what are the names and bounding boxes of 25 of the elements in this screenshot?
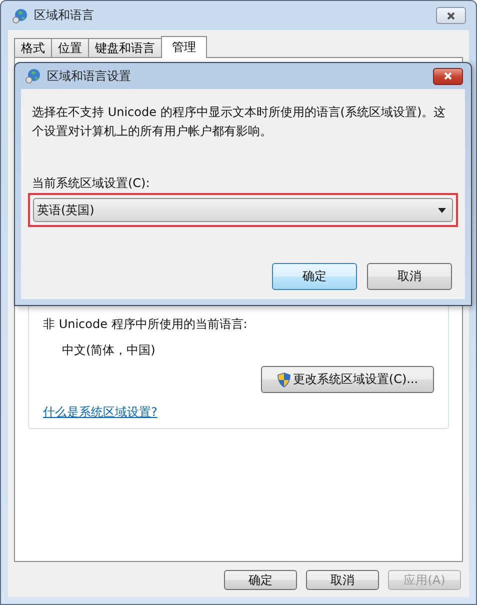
dialog-button[interactable]: 确定: [272, 263, 357, 290]
tab[interactable]: 格式: [14, 38, 52, 57]
close-icon: [443, 71, 453, 81]
description-text: 选择在不支持 Unicode 的程序中显示文本时所使用的语言(系统区域设置)。这个设置对计算机上的所有用户帐户都有影响。: [32, 104, 447, 140]
tab[interactable]: 位置: [51, 38, 89, 57]
language-label: 非 Unicode 程序中所使用的当前语言:: [43, 316, 248, 332]
globe-icon: [12, 8, 28, 24]
window-title: 区域和语言: [34, 7, 95, 24]
dialog-button[interactable]: 确定: [224, 570, 297, 590]
help-link[interactable]: 什么是系统区域设置?: [43, 404, 158, 420]
tab[interactable]: 管理: [161, 36, 207, 58]
dialog-button[interactable]: 取消: [367, 263, 452, 290]
shield-icon: [276, 372, 291, 388]
current-language: 中文(简体，中国): [62, 342, 156, 358]
close-button[interactable]: [433, 68, 463, 84]
dialog-title: 区域和语言设置: [47, 68, 132, 84]
locale-label: 当前系统区域设置(C):: [32, 175, 151, 191]
globe-icon: [25, 68, 41, 84]
locale-dropdown[interactable]: 英语(英国): [33, 198, 453, 222]
dialog-button[interactable]: 取消: [306, 570, 379, 590]
change-locale-button[interactable]: 更改系统区域设置(C)...: [261, 366, 434, 393]
close-button[interactable]: [436, 7, 466, 24]
tab[interactable]: 键盘和语言: [88, 38, 162, 57]
close-icon: [446, 10, 456, 20]
dropdown-arrow-icon: [438, 208, 446, 212]
